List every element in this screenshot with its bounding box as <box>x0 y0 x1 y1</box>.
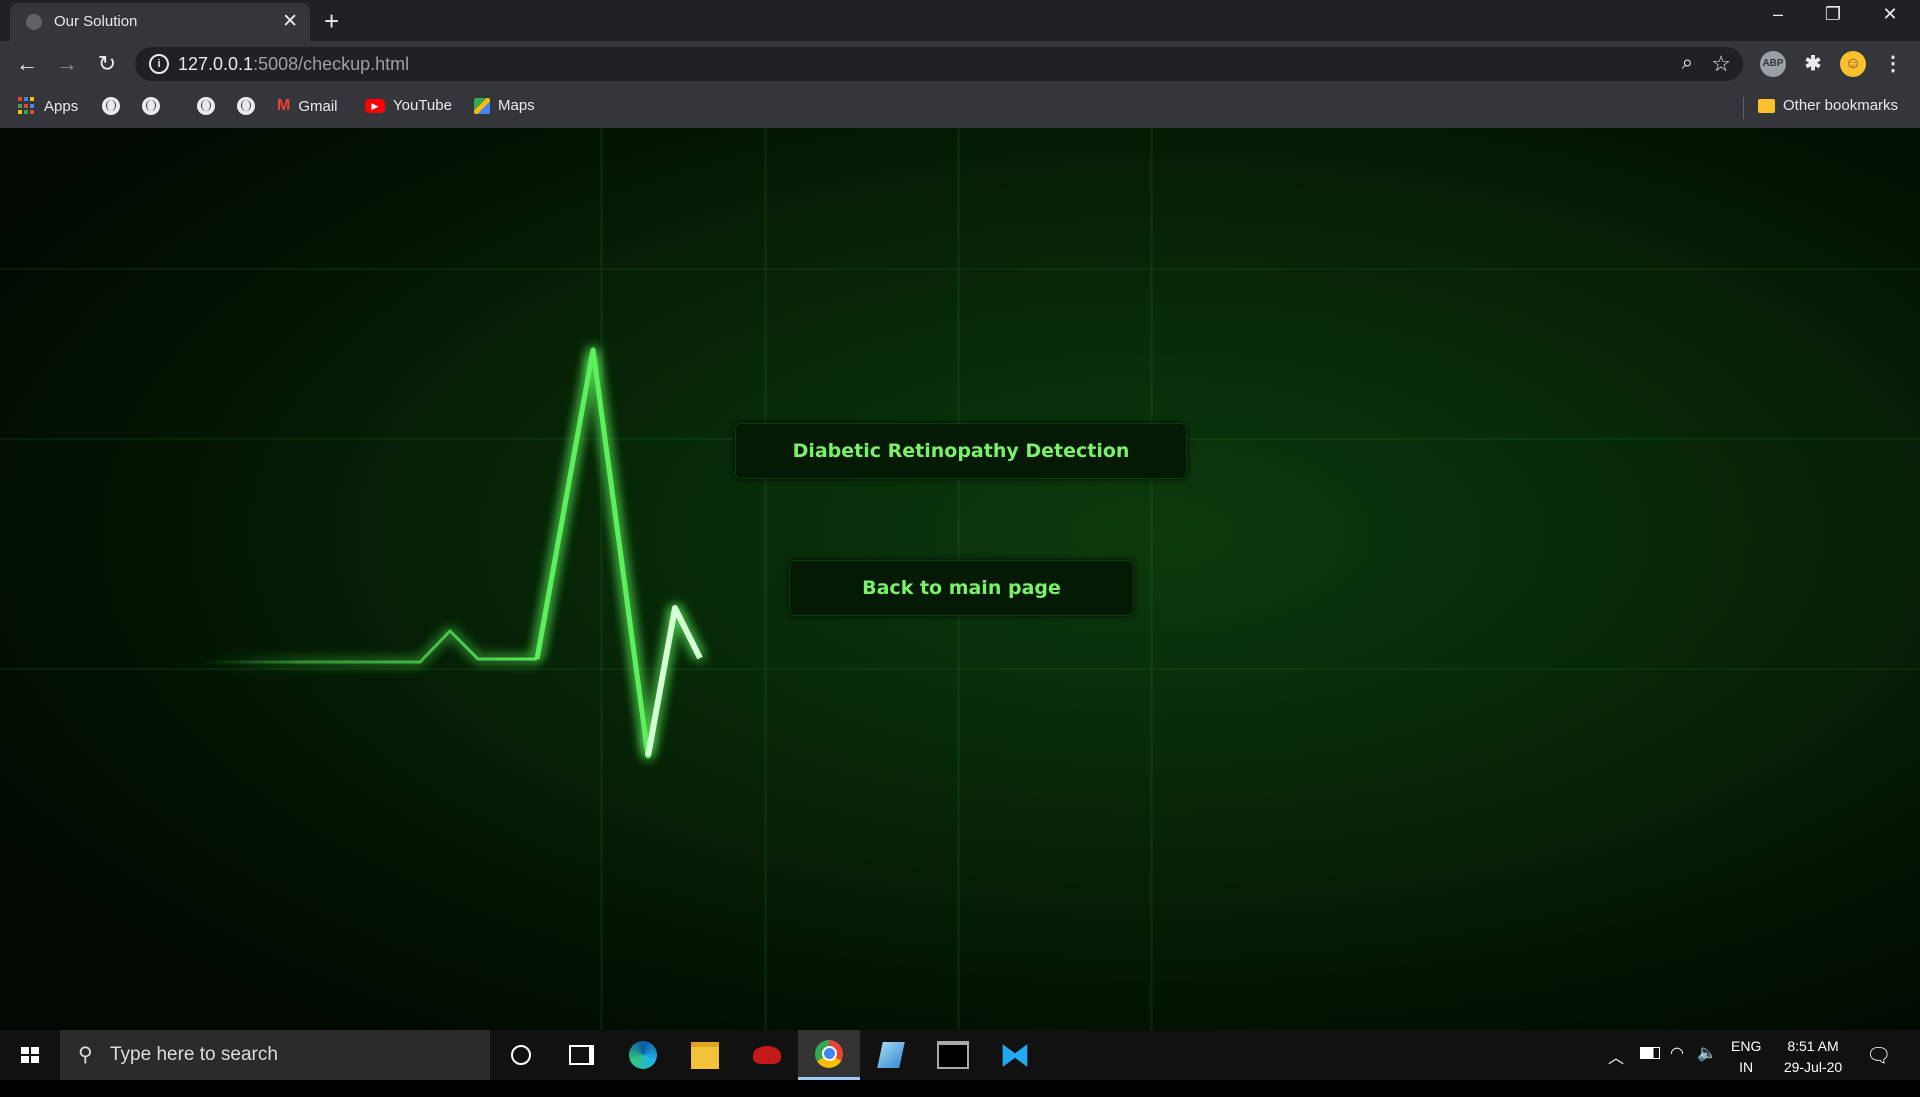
bookmark-other-label: Other bookmarks <box>1783 97 1899 114</box>
bookmark-star-icon[interactable]: ☆ <box>1711 51 1731 77</box>
edge-browser-icon[interactable] <box>612 1030 674 1080</box>
ecg-spike <box>534 347 703 759</box>
browser-toolbar: ← → ↻ i 127.0.0.1:5008/checkup.html ⌕ ☆ … <box>0 41 1920 87</box>
windows-logo-icon <box>21 1047 39 1063</box>
tab-title: Our Solution <box>54 13 138 30</box>
bookmark-globe-3[interactable] <box>197 97 215 115</box>
reload-icon[interactable]: ↻ <box>93 51 121 77</box>
notepad-app-icon[interactable] <box>860 1030 922 1080</box>
bookmarks-divider <box>1743 97 1744 119</box>
red-app-icon[interactable] <box>736 1030 798 1080</box>
clock-time: 8:51 AM <box>1787 1038 1839 1054</box>
page-background: Diabetic Retinopathy Detection Back to m… <box>0 128 1920 1030</box>
bookmark-gmail-label: Gmail <box>298 97 338 115</box>
wifi-icon[interactable]: ◠ <box>1670 1043 1684 1093</box>
globe-icon <box>102 97 120 115</box>
apps-grid-icon <box>18 97 36 115</box>
back-icon[interactable]: ← <box>13 51 41 77</box>
back-to-main-page-button[interactable]: Back to main page <box>789 560 1134 616</box>
language-code: ENG <box>1731 1038 1762 1054</box>
new-tab-button[interactable]: + <box>324 6 339 37</box>
search-icon: ⚲ <box>78 1044 93 1066</box>
extensions-puzzle-icon[interactable]: ✱ <box>1800 51 1826 77</box>
clock-date: 29-Jul-20 <box>1783 1059 1843 1075</box>
menu-kebab-icon[interactable]: ⋮ <box>1880 51 1906 77</box>
bookmark-youtube-label: YouTube <box>393 97 452 114</box>
diabetic-retinopathy-detection-button[interactable]: Diabetic Retinopathy Detection <box>735 423 1187 479</box>
bookmark-maps[interactable]: Maps <box>474 97 535 114</box>
bookmark-gmail[interactable]: M Gmail <box>277 97 338 115</box>
bookmarks-bar: Apps M Gmail ▶ YouTube Maps Other bookma… <box>0 87 1920 129</box>
action-center-icon[interactable]: 🗨 <box>1866 1043 1891 1093</box>
tab-close-icon[interactable]: ✕ <box>282 10 298 33</box>
bookmark-youtube[interactable]: ▶ YouTube <box>365 97 452 114</box>
tab-strip: Our Solution ✕ + – ❐ ✕ <box>0 0 1920 41</box>
bookmark-globe-1[interactable] <box>102 97 120 115</box>
taskbar-search-box[interactable]: ⚲ Type here to search <box>60 1030 490 1080</box>
gmail-icon: M <box>277 97 291 114</box>
show-hidden-icons-chevron[interactable]: ︿ <box>1608 1044 1624 1094</box>
language-indicator[interactable]: ENG IN <box>1731 1036 1761 1086</box>
restore-button[interactable]: ❐ <box>1813 4 1853 25</box>
url-text[interactable]: 127.0.0.1:5008/checkup.html <box>178 54 409 75</box>
region-code: IN <box>1739 1059 1754 1075</box>
chrome-taskbar-icon[interactable] <box>798 1030 860 1080</box>
windows-taskbar: ⚲ Type here to search ⧓ ︿ ◠ 🔈 ENG IN 8:5… <box>0 1030 1920 1080</box>
folder-icon <box>1758 98 1775 113</box>
bookmark-apps-label: Apps <box>44 97 79 115</box>
maps-pin-icon <box>474 97 490 114</box>
cortana-icon[interactable] <box>490 1030 552 1080</box>
youtube-icon: ▶ <box>365 98 385 113</box>
search-placeholder: Type here to search <box>110 1044 278 1065</box>
profile-avatar[interactable]: ☺ <box>1840 51 1866 77</box>
file-explorer-icon[interactable] <box>674 1030 736 1080</box>
battery-icon[interactable] <box>1640 1047 1660 1097</box>
forward-icon[interactable]: → <box>53 51 81 77</box>
bookmark-globe-2[interactable] <box>142 97 160 115</box>
address-bar[interactable]: i 127.0.0.1:5008/checkup.html ⌕ ☆ <box>135 47 1743 81</box>
volume-icon[interactable]: 🔈 <box>1697 1043 1717 1093</box>
close-window-button[interactable]: ✕ <box>1870 4 1910 25</box>
globe-icon <box>237 97 255 115</box>
terminal-icon[interactable] <box>922 1030 984 1080</box>
vscode-icon[interactable]: ⧓ <box>984 1030 1046 1080</box>
bookmark-maps-label: Maps <box>498 97 535 114</box>
clock[interactable]: 8:51 AM 29-Jul-20 <box>1778 1036 1848 1086</box>
browser-tab[interactable]: Our Solution ✕ <box>10 3 310 41</box>
bookmark-other-folder[interactable]: Other bookmarks <box>1758 97 1898 114</box>
bookmark-globe-4[interactable] <box>237 97 255 115</box>
globe-icon <box>197 97 215 115</box>
globe-icon <box>142 97 160 115</box>
ecg-baseline <box>200 628 537 664</box>
zoom-icon[interactable]: ⌕ <box>1682 52 1693 75</box>
task-view-icon[interactable] <box>550 1030 612 1080</box>
site-info-icon[interactable]: i <box>149 54 169 74</box>
adblock-extension-icon[interactable]: ABP <box>1760 51 1786 77</box>
minimize-button[interactable]: – <box>1758 4 1798 25</box>
page-favicon-icon <box>26 14 42 30</box>
bookmark-apps[interactable]: Apps <box>18 97 78 115</box>
windows-start-button[interactable] <box>0 1030 60 1080</box>
